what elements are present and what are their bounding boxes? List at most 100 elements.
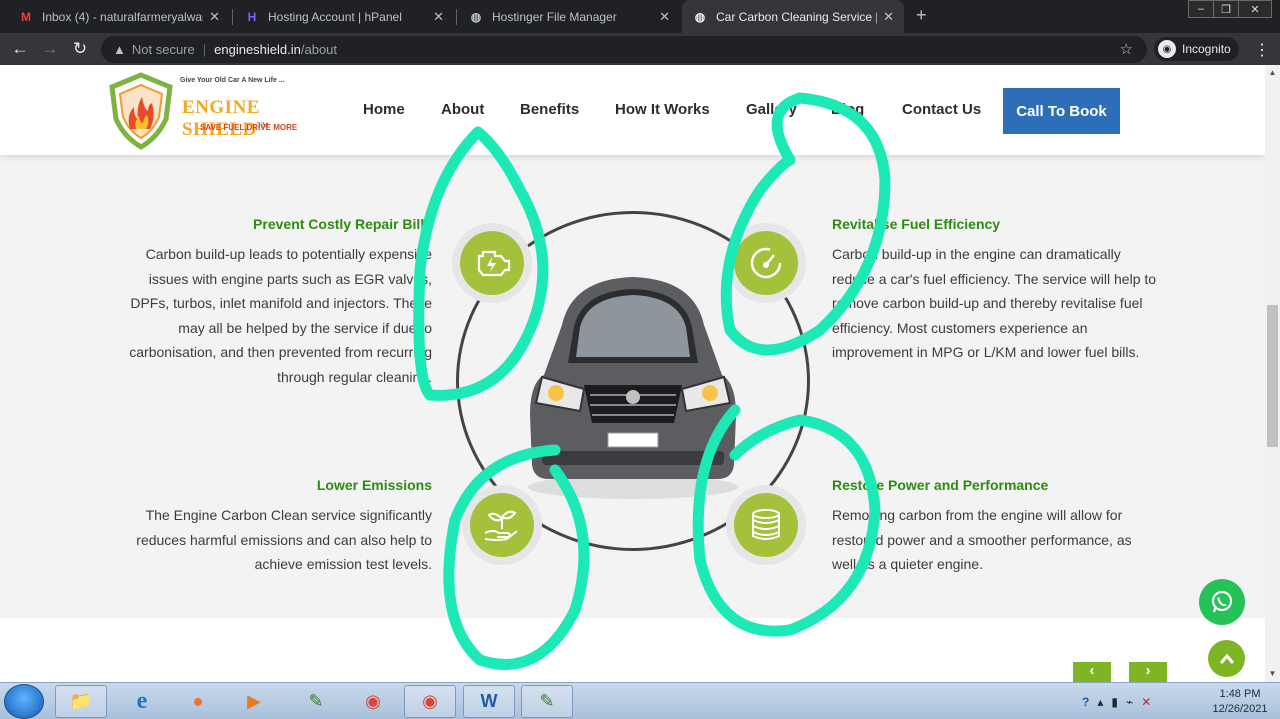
nav-home[interactable]: Home	[363, 101, 405, 118]
tab-hpanel[interactable]: H Hosting Account | hPanel ✕	[234, 0, 454, 33]
nav-blog[interactable]: Blog	[831, 101, 864, 118]
volume-muted-icon[interactable]: ✕	[1141, 695, 1151, 709]
scroll-to-top-button[interactable]	[1208, 640, 1245, 677]
feature-title: Restore Power and Performance	[832, 477, 1049, 493]
tab-gmail[interactable]: M Inbox (4) - naturalfarmeryalwar@ ✕	[8, 0, 230, 33]
close-icon[interactable]: ✕	[433, 9, 444, 25]
restore-icon[interactable]: ❐	[1213, 0, 1239, 18]
firefox-icon[interactable]: ●	[172, 685, 224, 718]
explorer-icon[interactable]: 📁	[55, 685, 107, 718]
tab-title: Hosting Account | hPanel	[268, 9, 402, 24]
tab-file-manager[interactable]: ◍ Hostinger File Manager ✕	[458, 0, 680, 33]
feature-line: restored power and a smoother performanc…	[832, 531, 1132, 548]
nav-about[interactable]: About	[441, 101, 484, 118]
url-path: /about	[300, 42, 338, 57]
show-hidden-icons-icon[interactable]: ▴	[1097, 695, 1103, 709]
whatsapp-button[interactable]	[1199, 579, 1245, 625]
incognito-badge[interactable]: ◉ Incognito	[1154, 37, 1239, 61]
clock-date: 12/26/2021	[1212, 703, 1268, 715]
nav-gallery[interactable]: Gallery	[746, 101, 797, 118]
taskbar-clock[interactable]: 1:48 PM 12/26/2021	[1200, 687, 1280, 717]
scrollbar-thumb[interactable]	[1267, 305, 1278, 447]
scroll-down-arrow-icon[interactable]: ▼	[1265, 669, 1280, 678]
nav-benefits[interactable]: Benefits	[520, 101, 579, 118]
screen: { "browser": { "tabs": [ {"title": "Inbo…	[0, 0, 1280, 719]
reload-icon[interactable]: ↻	[70, 39, 90, 59]
new-tab-icon[interactable]: +	[916, 5, 927, 26]
logo-brand-text: ENGINE SHIELD	[182, 97, 260, 140]
feature-icon-badge	[726, 223, 806, 303]
system-tray: ? ▴ ▮ ⌁ ✕	[1082, 685, 1151, 718]
close-icon[interactable]: ✕	[659, 9, 670, 25]
incognito-label: Incognito	[1182, 42, 1231, 56]
scroll-up-arrow-icon[interactable]: ▲	[1265, 68, 1280, 77]
incognito-icon: ◉	[1158, 40, 1176, 58]
feature-description: The Engine Carbon Clean service signific…	[90, 503, 432, 577]
whatsapp-icon	[1211, 590, 1233, 613]
close-icon[interactable]: ✕	[883, 9, 894, 25]
chrome-icon[interactable]: ◉	[347, 685, 399, 718]
feature-line: may all be helped by the service if due …	[178, 319, 432, 336]
feature-line: The Engine Carbon Clean service signific…	[145, 507, 432, 523]
minimize-icon[interactable]: –	[1188, 0, 1214, 18]
feature-icon-badge	[452, 223, 532, 303]
media-player-icon[interactable]: ▶	[228, 685, 280, 718]
tally-icon[interactable]: ✎	[521, 685, 573, 718]
feature-line: Removing carbon from the engine will all…	[832, 507, 1123, 523]
nav-contact-us[interactable]: Contact Us	[902, 101, 981, 118]
chrome-incognito-icon[interactable]: ◉	[404, 685, 456, 718]
tab-divider	[456, 9, 457, 25]
feature-line: well as a quieter engine.	[832, 556, 983, 572]
close-icon[interactable]: ✕	[209, 9, 220, 25]
tab-title: Hostinger File Manager	[492, 9, 617, 24]
slider-prev-button[interactable]: ‹	[1073, 662, 1111, 682]
bookmark-star-icon[interactable]: ☆	[1120, 40, 1133, 58]
feature-line: reduces harmful emissions and can also h…	[136, 531, 432, 548]
tally-icon[interactable]: ✎	[290, 685, 342, 718]
feature-icon-badge	[462, 485, 542, 565]
close-window-icon[interactable]: ✕	[1238, 0, 1272, 18]
nav-how-it-works[interactable]: How It Works	[615, 101, 710, 118]
feature-line: carbonisation, and then prevented from r…	[129, 344, 432, 360]
tab-engine-shield[interactable]: ◍ Car Carbon Cleaning Service | En ✕	[682, 0, 904, 33]
tab-title: Inbox (4) - naturalfarmeryalwar@	[42, 9, 204, 24]
vertical-scrollbar[interactable]: ▲ ▼	[1265, 65, 1280, 682]
web-page: Give Your Old Car A New Life ... ENGINE …	[0, 65, 1265, 682]
menu-kebab-icon[interactable]: ⋮	[1254, 40, 1270, 60]
site-logo[interactable]: Give Your Old Car A New Life ... ENGINE …	[106, 71, 326, 151]
internet-explorer-icon[interactable]: e	[116, 685, 168, 718]
feature-title: Prevent Costly Repair Bills	[253, 216, 432, 232]
network-signal-icon[interactable]: ▮	[1111, 695, 1118, 709]
feature-line: through regular cleaning.	[277, 368, 432, 385]
browser-toolbar: ← → ↻ ▲ Not secure | engineshield.in /ab…	[0, 33, 1280, 65]
feature-icon-badge	[726, 485, 806, 565]
feature-line: improvement in MPG or L/KM and lower fue…	[832, 344, 1140, 360]
feature-line: reduce a car's fuel efficiency. The serv…	[832, 270, 1157, 287]
power-plug-icon[interactable]: ⌁	[1126, 695, 1133, 709]
feature-line: efficiency. Most customers experience an	[832, 319, 1088, 336]
call-to-book-button[interactable]: Call To Book	[1003, 88, 1120, 134]
address-bar[interactable]: ▲ Not secure | engineshield.in /about ☆	[101, 36, 1147, 63]
feature-line: DPFs, turbos, inlet manifold and injecto…	[130, 295, 432, 311]
start-button[interactable]	[4, 684, 44, 719]
car-front-icon	[528, 277, 738, 499]
security-label[interactable]: Not secure	[132, 42, 195, 57]
word-icon[interactable]: W	[463, 685, 515, 718]
help-icon[interactable]: ?	[1082, 695, 1089, 709]
globe-icon: ◍	[694, 9, 706, 24]
feature-line: issues with engine parts such as EGR val…	[148, 270, 432, 287]
logo-slogan: SAVE FUEL,DRIVE MORE	[200, 123, 298, 132]
clock-time: 1:48 PM	[1219, 688, 1261, 700]
slider-next-button[interactable]: ›	[1129, 662, 1167, 682]
warning-icon[interactable]: ▲	[113, 42, 126, 57]
feature-line: remove carbon build-up and thereby revit…	[832, 295, 1143, 311]
browser-tab-strip: M Inbox (4) - naturalfarmeryalwar@ ✕ H H…	[0, 0, 1280, 33]
hostinger-icon: H	[247, 9, 257, 24]
car-image	[522, 265, 744, 505]
back-icon[interactable]: ←	[10, 39, 30, 59]
coin-stack-icon	[734, 493, 798, 557]
feature-description: Removing carbon from the engine will all…	[832, 503, 1252, 577]
address-divider: |	[202, 42, 207, 57]
forward-icon[interactable]: →	[40, 39, 60, 59]
tab-divider	[232, 9, 233, 25]
